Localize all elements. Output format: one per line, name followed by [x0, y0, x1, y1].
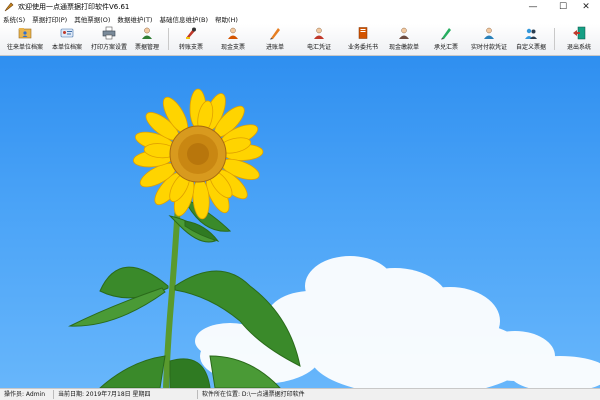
- cash-payment-icon: [399, 27, 409, 39]
- transfer-check-button[interactable]: 转账支票: [174, 25, 208, 55]
- contacts-archive-button[interactable]: 往来单位档案: [2, 25, 48, 55]
- menu-help[interactable]: 帮助(H): [215, 14, 238, 24]
- exit-system-button[interactable]: 退出系统: [562, 25, 596, 55]
- toolbar-separator: [554, 28, 555, 50]
- print-scheme-button[interactable]: 打印方案设置: [86, 25, 132, 55]
- status-date: 当前日期: 2019年7月18日 星期四: [54, 390, 198, 399]
- custom-bill-button[interactable]: 自定义票据: [512, 25, 550, 55]
- bill-management-button[interactable]: 票据管理: [132, 25, 162, 55]
- menu-bar: 系统(S) 票据打印(P) 其他票据(O) 数据维护(T) 基础信息维护(B) …: [0, 13, 600, 24]
- title-bar: 欢迎使用一点通票据打印软件V6.61: [0, 0, 600, 13]
- transfer-check-icon: [186, 27, 196, 39]
- deposit-slip-button[interactable]: 进账单: [260, 25, 290, 55]
- status-bar: 操作员: Admin 当前日期: 2019年7月18日 星期四 软件所在位置: …: [0, 388, 600, 400]
- acceptance-bill-icon: [441, 28, 451, 40]
- menu-other-bills[interactable]: 其他票据(O): [74, 14, 110, 24]
- main-workspace: [0, 56, 600, 388]
- status-operator: 操作员: Admin: [0, 390, 54, 399]
- menu-data-maintenance[interactable]: 数据维护(T): [117, 14, 152, 24]
- window-title: 欢迎使用一点通票据打印软件V6.61: [18, 2, 130, 11]
- cash-check-button[interactable]: 现金支票: [216, 25, 250, 55]
- sunflower-center-core: [187, 143, 209, 165]
- close-button[interactable]: ✕: [572, 0, 600, 13]
- exit-door-icon: [573, 26, 586, 40]
- printer-icon: [102, 26, 116, 40]
- commission-book-button[interactable]: 业务委托书: [342, 25, 384, 55]
- pen-icon: [4, 2, 14, 11]
- realtime-payment-button[interactable]: 实时付款凭证: [466, 25, 512, 55]
- deposit-slip-icon: [270, 28, 280, 40]
- realtime-payment-icon: [484, 27, 494, 39]
- custom-bill-icon: [525, 28, 537, 39]
- menu-system[interactable]: 系统(S): [3, 14, 25, 24]
- status-location: 软件所在位置: D:\一点通票据打印软件: [202, 391, 305, 398]
- sunflower-wallpaper: [68, 88, 600, 388]
- menu-basic-info[interactable]: 基础信息维护(B): [159, 14, 208, 24]
- minimize-button[interactable]: —: [518, 0, 548, 13]
- acceptance-bill-button[interactable]: 承兑汇票: [430, 25, 462, 55]
- cash-payment-button[interactable]: 现金缴款单: [384, 25, 424, 55]
- menu-bill-print[interactable]: 票据打印(P): [32, 14, 67, 24]
- wire-voucher-icon: [314, 27, 324, 39]
- manager-icon: [142, 27, 152, 39]
- toolbar-separator: [168, 28, 169, 50]
- contacts-folder-icon: [18, 28, 32, 39]
- toolbar: 往来单位档案 本单位档案 打印方案设置 票据管理 转账支票 现金支票 进账单 电…: [0, 24, 600, 56]
- own-unit-archive-button[interactable]: 本单位档案: [48, 25, 86, 55]
- cash-check-icon: [228, 27, 238, 39]
- commission-book-icon: [358, 27, 368, 39]
- wire-voucher-button[interactable]: 电汇凭证: [302, 25, 336, 55]
- id-card-icon: [60, 28, 74, 38]
